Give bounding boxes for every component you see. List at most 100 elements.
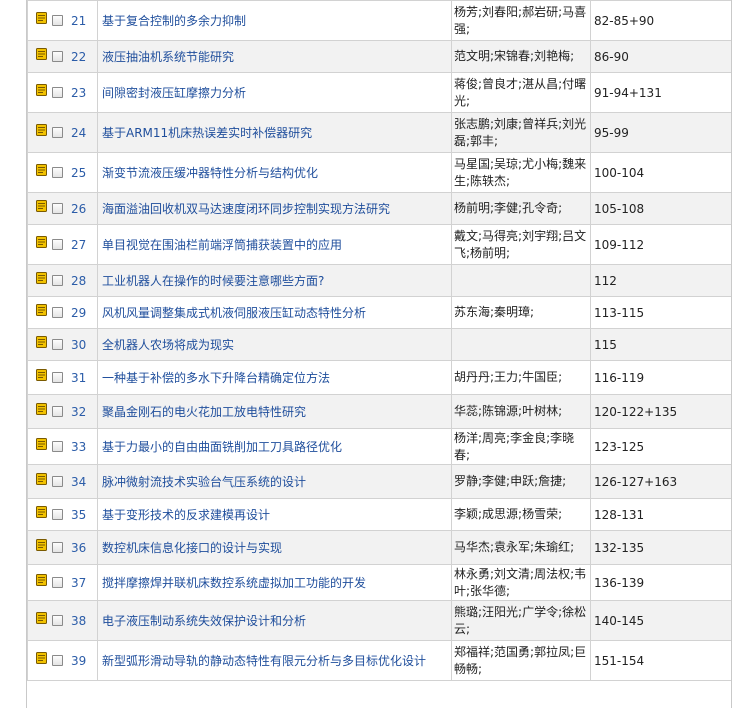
document-icon[interactable] <box>36 573 47 586</box>
row-checkbox[interactable] <box>52 542 63 553</box>
row-controls: 27 <box>27 224 98 265</box>
document-icon[interactable] <box>36 123 47 136</box>
row-checkbox[interactable] <box>52 339 63 350</box>
table-row: 34 脉冲微射流技术实验台气压系统的设计 罗静;李健;申跃;詹捷; 126-127+1… <box>27 464 731 499</box>
row-controls: 33 <box>27 428 98 465</box>
document-icon[interactable] <box>36 303 47 316</box>
article-title-link[interactable]: 数控机床信息化接口的设计与实现 <box>102 541 282 555</box>
article-title-link[interactable]: 基于变形技术的反求建模再设计 <box>102 508 270 522</box>
document-icon[interactable] <box>36 11 47 24</box>
row-checkbox[interactable] <box>52 406 63 417</box>
article-title-link[interactable]: 风机风量调整集成式机液伺服液压缸动态特性分析 <box>102 306 366 320</box>
row-number: 27 <box>71 237 87 252</box>
document-icon[interactable] <box>36 402 47 415</box>
title-cell: 单目视觉在围油栏前端浮筒捕获装置中的应用 <box>97 224 452 265</box>
document-icon[interactable] <box>36 47 47 60</box>
pages-text: 91-94+131 <box>594 85 662 100</box>
pages-text: 123-125 <box>594 439 645 454</box>
row-checkbox[interactable] <box>52 203 63 214</box>
row-checkbox[interactable] <box>52 167 63 178</box>
authors-cell: 杨前明;李健;孔令奇; <box>451 192 591 225</box>
row-checkbox[interactable] <box>52 307 63 318</box>
article-title-link[interactable]: 单目视觉在围油栏前端浮筒捕获装置中的应用 <box>102 238 342 252</box>
title-cell: 基于变形技术的反求建模再设计 <box>97 498 452 531</box>
document-icon[interactable] <box>36 235 47 248</box>
article-title-link[interactable]: 基于力最小的自由曲面铣削加工刀具路径优化 <box>102 440 342 454</box>
pages-text: 136-139 <box>594 575 645 590</box>
row-number: 28 <box>71 273 87 288</box>
pages-cell: 126-127+163 <box>590 464 731 499</box>
row-checkbox[interactable] <box>52 239 63 250</box>
row-checkbox[interactable] <box>52 655 63 666</box>
authors-cell: 熊璐;汪阳光;广学令;徐松云; <box>451 600 591 641</box>
pages-cell: 86-90 <box>590 40 731 73</box>
article-title-link[interactable]: 渐变节流液压缓冲器特性分析与结构优化 <box>102 166 318 180</box>
table-row: 32 聚晶金刚石的电火花加工放电特性研究 华蕊;陈锦源;叶树林; 120-122+13… <box>27 394 731 429</box>
title-cell: 液压抽油机系统节能研究 <box>97 40 452 73</box>
row-checkbox[interactable] <box>52 51 63 62</box>
document-icon[interactable] <box>36 335 47 348</box>
row-controls: 22 <box>27 40 98 73</box>
row-checkbox[interactable] <box>52 577 63 588</box>
row-number: 38 <box>71 613 87 628</box>
pages-text: 128-131 <box>594 507 645 522</box>
document-icon[interactable] <box>36 505 47 518</box>
pages-cell: 128-131 <box>590 498 731 531</box>
row-checkbox[interactable] <box>52 127 63 138</box>
row-controls: 37 <box>27 564 98 601</box>
row-number: 22 <box>71 49 87 64</box>
document-icon[interactable] <box>36 538 47 551</box>
row-number: 23 <box>71 85 87 100</box>
row-controls: 39 <box>27 640 98 681</box>
row-checkbox[interactable] <box>52 509 63 520</box>
row-number: 35 <box>71 507 87 522</box>
row-number: 25 <box>71 165 87 180</box>
document-icon[interactable] <box>36 611 47 624</box>
row-checkbox[interactable] <box>52 476 63 487</box>
pages-cell: 105-108 <box>590 192 731 225</box>
row-controls: 24 <box>27 112 98 153</box>
article-title-link[interactable]: 搅拌摩擦焊并联机床数控系统虚拟加工功能的开发 <box>102 576 366 590</box>
article-title-link[interactable]: 全机器人农场将成为现实 <box>102 338 234 352</box>
article-title-link[interactable]: 聚晶金刚石的电火花加工放电特性研究 <box>102 405 306 419</box>
row-number: 29 <box>71 305 87 320</box>
article-title-link[interactable]: 脉冲微射流技术实验台气压系统的设计 <box>102 475 306 489</box>
document-icon[interactable] <box>36 199 47 212</box>
row-checkbox[interactable] <box>52 15 63 26</box>
document-icon[interactable] <box>36 368 47 381</box>
table-row: 30 全机器人农场将成为现实 115 <box>27 328 731 361</box>
document-icon[interactable] <box>36 271 47 284</box>
pages-cell: 95-99 <box>590 112 731 153</box>
document-icon[interactable] <box>36 437 47 450</box>
article-title-link[interactable]: 液压抽油机系统节能研究 <box>102 50 234 64</box>
pages-cell: 120-122+135 <box>590 394 731 429</box>
row-controls: 35 <box>27 498 98 531</box>
pages-text: 100-104 <box>594 165 645 180</box>
row-controls: 36 <box>27 530 98 565</box>
article-title-link[interactable]: 间隙密封液压缸摩擦力分析 <box>102 86 246 100</box>
document-icon[interactable] <box>36 472 47 485</box>
article-title-link[interactable]: 基于复合控制的多余力抑制 <box>102 14 246 28</box>
row-number: 33 <box>71 439 87 454</box>
row-checkbox[interactable] <box>52 87 63 98</box>
row-checkbox[interactable] <box>52 372 63 383</box>
pages-cell: 113-115 <box>590 296 731 329</box>
article-title-link[interactable]: 工业机器人在操作的时候要注意哪些方面? <box>102 274 324 288</box>
article-title-link[interactable]: 基于ARM11机床热误差实时补偿器研究 <box>102 126 312 140</box>
pages-cell: 115 <box>590 328 731 361</box>
pages-cell: 140-145 <box>590 600 731 641</box>
authors-cell: 华蕊;陈锦源;叶树林; <box>451 394 591 429</box>
row-checkbox[interactable] <box>52 615 63 626</box>
pages-cell: 151-154 <box>590 640 731 681</box>
document-icon[interactable] <box>36 163 47 176</box>
document-icon[interactable] <box>36 83 47 96</box>
pages-text: 126-127+163 <box>594 474 678 489</box>
article-title-link[interactable]: 电子液压制动系统失效保护设计和分析 <box>102 614 306 628</box>
document-icon[interactable] <box>36 651 47 664</box>
row-checkbox[interactable] <box>52 441 63 452</box>
article-title-link[interactable]: 新型弧形滑动导轨的静动态特性有限元分析与多目标优化设计 <box>102 654 426 668</box>
article-title-link[interactable]: 海面溢油回收机双马达速度闭环同步控制实现方法研究 <box>102 202 390 216</box>
article-title-link[interactable]: 一种基于补偿的多水下升降台精确定位方法 <box>102 371 330 385</box>
title-cell: 脉冲微射流技术实验台气压系统的设计 <box>97 464 452 499</box>
row-checkbox[interactable] <box>52 275 63 286</box>
